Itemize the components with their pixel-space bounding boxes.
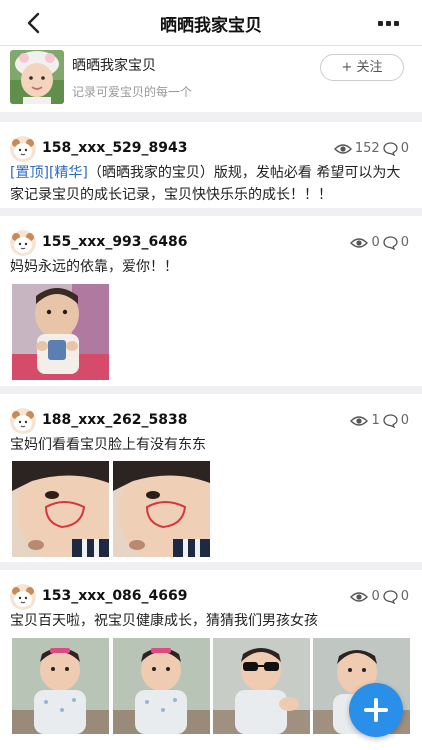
post-image[interactable] bbox=[113, 461, 210, 557]
post-image[interactable] bbox=[12, 461, 109, 557]
post-stats: 0 0 bbox=[350, 589, 412, 604]
view-count: 152 bbox=[354, 141, 380, 156]
divider bbox=[0, 386, 422, 394]
eye-icon bbox=[350, 237, 369, 248]
comment-count: 0 bbox=[400, 589, 409, 604]
eye-icon bbox=[350, 415, 369, 426]
post-image[interactable] bbox=[12, 638, 109, 734]
group-name: 晒晒我家宝贝 bbox=[72, 58, 156, 74]
more-horizontal-icon bbox=[378, 21, 399, 26]
plus-icon bbox=[364, 698, 388, 722]
view-count: 0 bbox=[371, 235, 380, 250]
post-item[interactable]: 158_xxx_529_8943 152 0 [置顶][精华]（晒晒我家的宝贝）… bbox=[0, 122, 422, 208]
comment-icon bbox=[383, 235, 398, 250]
nav-bar: 晒晒我家宝贝 bbox=[0, 0, 422, 46]
post-username[interactable]: 153_xxx_086_4669 bbox=[42, 588, 188, 604]
post-username[interactable]: 158_xxx_529_8943 bbox=[42, 140, 188, 156]
follow-button[interactable]: + 关注 bbox=[320, 54, 404, 81]
comment-icon bbox=[383, 589, 398, 604]
post-username[interactable]: 155_xxx_993_6486 bbox=[42, 234, 188, 250]
group-avatar bbox=[10, 50, 64, 104]
comment-count: 0 bbox=[400, 413, 409, 428]
eye-icon bbox=[333, 143, 352, 154]
post-content[interactable]: [置顶][精华]（晒晒我家的宝贝）版规，发帖必看 希望可以为大家记录宝贝的成长记… bbox=[10, 162, 412, 206]
new-post-button[interactable] bbox=[349, 683, 403, 737]
divider bbox=[0, 208, 422, 216]
comment-icon bbox=[383, 413, 398, 428]
post-text[interactable]: 宝贝百天啦，祝宝贝健康成长，猜猜我们男孩女孩 bbox=[10, 610, 412, 632]
post-image[interactable] bbox=[213, 638, 310, 734]
page-title: 晒晒我家宝贝 bbox=[160, 16, 262, 36]
post-text[interactable]: 妈妈永远的依靠，爱你！！ bbox=[10, 256, 412, 278]
view-count: 1 bbox=[371, 413, 380, 428]
post-image[interactable] bbox=[12, 284, 109, 380]
group-header: 晒晒我家宝贝 记录可爱宝贝的每一个 + 关注 bbox=[0, 46, 422, 112]
post-stats: 152 0 bbox=[333, 141, 412, 156]
comment-icon bbox=[383, 141, 398, 156]
pinned-tag: [置顶] bbox=[10, 165, 49, 181]
post-text[interactable]: 宝妈们看看宝贝脸上有没有东东 bbox=[10, 434, 412, 456]
more-button[interactable] bbox=[378, 14, 400, 32]
user-avatar[interactable] bbox=[10, 136, 36, 162]
user-avatar[interactable] bbox=[10, 230, 36, 256]
divider bbox=[0, 112, 422, 122]
post-item[interactable]: 155_xxx_993_6486 0 0 妈妈永远的依靠，爱你！！ bbox=[0, 216, 422, 386]
eye-icon bbox=[350, 591, 369, 602]
post-item[interactable]: 188_xxx_262_5838 1 0 宝妈们看看宝贝脸上有没有东东 bbox=[0, 394, 422, 562]
comment-count: 0 bbox=[400, 235, 409, 250]
view-count: 0 bbox=[371, 589, 380, 604]
post-image[interactable] bbox=[113, 638, 210, 734]
group-description: 记录可爱宝贝的每一个 bbox=[72, 85, 193, 99]
post-stats: 1 0 bbox=[350, 413, 412, 428]
comment-count: 0 bbox=[400, 141, 409, 156]
post-stats: 0 0 bbox=[350, 235, 412, 250]
divider bbox=[0, 562, 422, 570]
user-avatar[interactable] bbox=[10, 584, 36, 610]
post-username[interactable]: 188_xxx_262_5838 bbox=[42, 412, 188, 428]
user-avatar[interactable] bbox=[10, 408, 36, 434]
featured-tag: [精华] bbox=[48, 165, 88, 181]
